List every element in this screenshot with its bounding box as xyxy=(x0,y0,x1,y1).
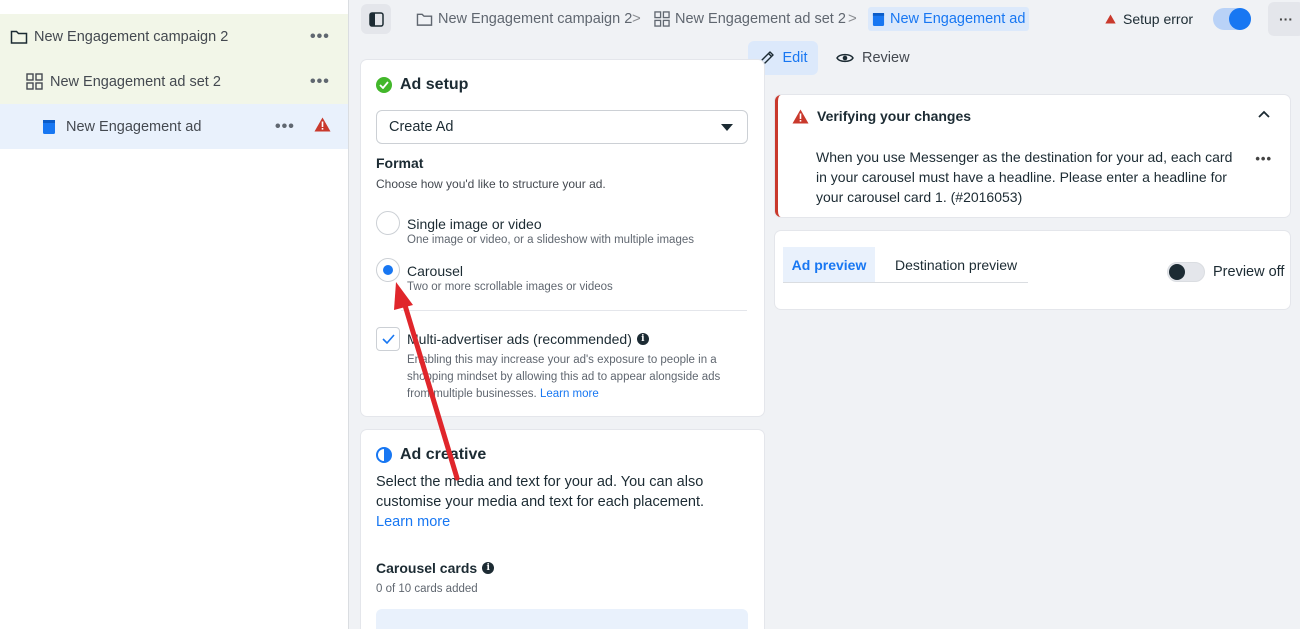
carousel-cards-count: 0 of 10 cards added xyxy=(376,583,478,595)
info-icon[interactable]: i xyxy=(636,333,649,345)
carousel-cards-title: Carousel cards xyxy=(376,560,478,576)
tree-item-label: New Engagement ad xyxy=(66,118,202,135)
alert-title: Verifying your changes xyxy=(817,108,972,124)
grid-icon xyxy=(654,11,670,27)
check-circle-icon xyxy=(376,77,392,93)
chevron-right-icon: > xyxy=(632,10,641,27)
tab-underline xyxy=(783,282,1028,283)
option-title[interactable]: Carousel xyxy=(407,263,463,279)
chevron-up-icon[interactable] xyxy=(1258,110,1270,118)
create-ad-value: Create Ad xyxy=(389,119,454,135)
more-options-icon[interactable]: ••• xyxy=(310,28,330,46)
option-description: One image or video, or a slideshow with … xyxy=(407,234,694,246)
more-options-icon[interactable]: ••• xyxy=(1255,151,1272,166)
multi-advertiser-description: Enabling this may increase your ad's exp… xyxy=(407,352,737,403)
ad-setup-card: Ad setup Create Ad Format Choose how you… xyxy=(361,60,764,416)
breadcrumb-ad-set[interactable]: New Engagement ad set 2 xyxy=(654,11,846,27)
review-mode-button[interactable]: Review xyxy=(836,41,910,75)
learn-more-link[interactable]: Learn more xyxy=(540,388,599,400)
half-circle-icon xyxy=(376,447,392,463)
warning-icon xyxy=(314,117,331,136)
setup-error-label: Setup error xyxy=(1123,11,1194,27)
toggle-sidebar-button[interactable] xyxy=(361,4,391,34)
chevron-right-icon: > xyxy=(848,10,857,27)
ad-creative-description: Select the media and text for your ad. Y… xyxy=(376,472,741,532)
edit-label: Edit xyxy=(782,50,808,66)
alert-heading[interactable]: Verifying your changes xyxy=(792,108,971,124)
tree-item-ad-set[interactable]: New Engagement ad set 2 ••• xyxy=(0,59,348,104)
tree-item-campaign[interactable]: New Engagement campaign 2 ••• xyxy=(0,14,348,59)
ad-creative-title: Ad creative xyxy=(400,446,487,463)
sidebar-panel-icon xyxy=(368,11,384,27)
format-heading: Format xyxy=(376,155,424,171)
campaign-tree-sidebar: New Engagement campaign 2 ••• New Engage… xyxy=(0,0,349,629)
caret-down-icon xyxy=(721,124,733,131)
multi-advertiser-heading: Multi-advertiser ads (recommended) i xyxy=(407,331,649,347)
ad-preview-card: Ad preview Destination preview Preview o… xyxy=(775,231,1290,309)
breadcrumb-label: New Engagement ad xyxy=(890,11,1026,27)
carousel-cards-heading: Carousel cards i xyxy=(376,560,495,576)
eye-icon xyxy=(836,53,854,63)
more-options-button[interactable]: ··· xyxy=(1268,2,1300,36)
multi-advertiser-title[interactable]: Multi-advertiser ads (recommended) xyxy=(407,331,632,347)
setup-error-status[interactable]: Setup error xyxy=(1105,11,1193,27)
breadcrumb-label: New Engagement campaign 2 xyxy=(438,11,633,27)
folder-icon xyxy=(10,29,28,45)
more-options-icon[interactable]: ••• xyxy=(275,118,295,136)
multi-advertiser-checkbox[interactable] xyxy=(376,327,400,351)
breadcrumb-label: New Engagement ad set 2 xyxy=(675,11,846,27)
tree-item-label: New Engagement campaign 2 xyxy=(34,28,229,45)
tree-item-label: New Engagement ad set 2 xyxy=(50,73,221,90)
breadcrumb-ad[interactable]: New Engagement ad xyxy=(868,7,1030,31)
folder-icon xyxy=(416,13,433,26)
option-title[interactable]: Single image or video xyxy=(407,216,542,232)
single-image-radio[interactable] xyxy=(376,211,400,235)
ad-creative-heading: Ad creative xyxy=(376,446,486,464)
more-options-icon[interactable]: ••• xyxy=(310,73,330,91)
learn-more-link[interactable]: Learn more xyxy=(376,514,450,530)
review-label: Review xyxy=(862,50,910,66)
ad-on-off-toggle[interactable] xyxy=(1213,8,1251,30)
preview-toggle[interactable] xyxy=(1167,262,1205,282)
tab-destination-preview[interactable]: Destination preview xyxy=(895,247,1017,282)
grid-icon xyxy=(26,73,43,90)
carousel-radio[interactable] xyxy=(376,258,400,282)
verifying-changes-alert: Verifying your changes When you use Mess… xyxy=(775,95,1290,217)
divider xyxy=(401,310,747,311)
warning-icon xyxy=(792,109,809,123)
ad-setup-title: Ad setup xyxy=(400,76,469,93)
checkmark-icon xyxy=(381,334,395,344)
breadcrumb-campaign[interactable]: New Engagement campaign 2 xyxy=(416,11,632,27)
ad-icon xyxy=(872,12,885,26)
top-bar: New Engagement campaign 2 > New Engageme… xyxy=(350,0,1300,38)
ad-creative-text: Select the media and text for your ad. Y… xyxy=(376,474,705,510)
option-description: Two or more scrollable images or videos xyxy=(407,281,613,293)
create-ad-dropdown[interactable]: Create Ad xyxy=(376,110,748,144)
warning-icon xyxy=(1105,14,1116,24)
tree-item-ad[interactable]: New Engagement ad ••• xyxy=(0,104,348,149)
format-description: Choose how you'd like to structure your … xyxy=(376,177,606,191)
info-icon[interactable]: i xyxy=(482,562,495,574)
alert-message: When you use Messenger as the destinatio… xyxy=(816,149,1233,205)
preview-toggle-label: Preview off xyxy=(1213,264,1285,280)
ad-creative-card: Ad creative Select the media and text fo… xyxy=(361,430,764,629)
ad-setup-heading: Ad setup xyxy=(376,76,468,94)
ad-icon xyxy=(42,119,56,135)
tab-ad-preview[interactable]: Ad preview xyxy=(783,247,875,282)
carousel-card-slot[interactable] xyxy=(376,609,748,629)
